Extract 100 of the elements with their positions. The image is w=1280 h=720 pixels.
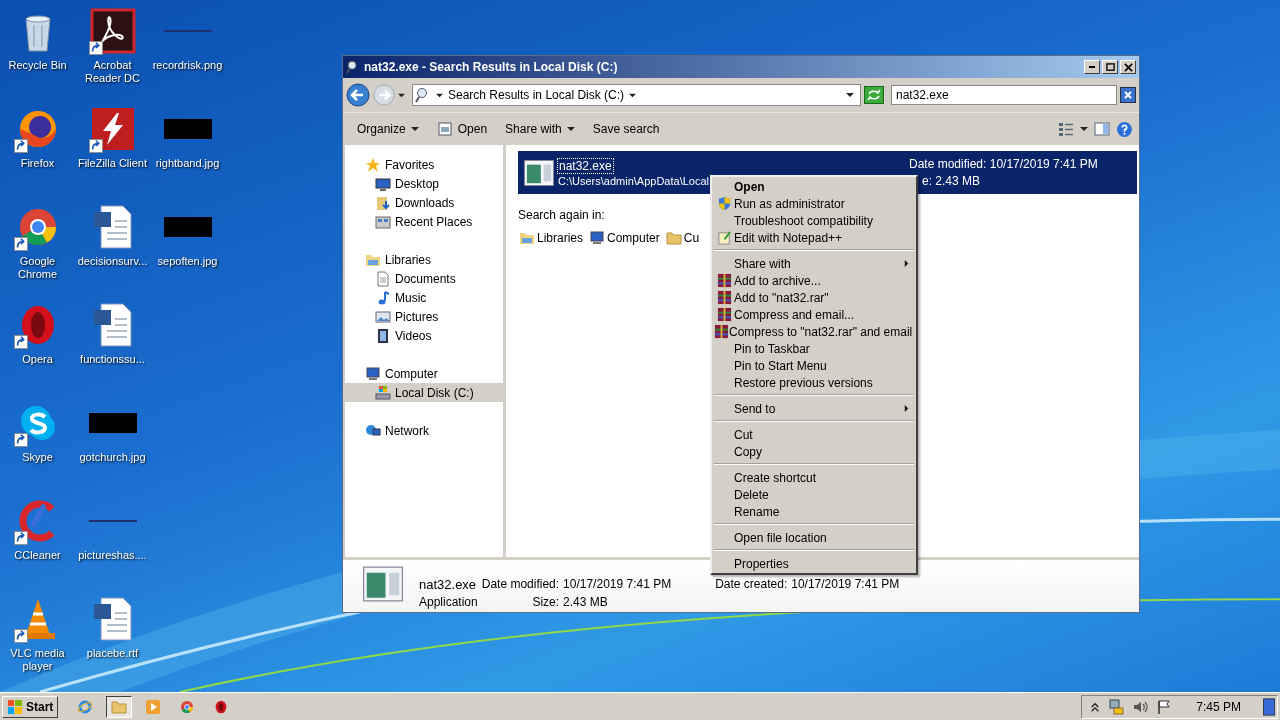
icon-label[interactable]: recordrisk.png — [150, 59, 225, 72]
nav-item[interactable]: Recent Places — [345, 212, 503, 231]
icon-label[interactable]: Recycle Bin — [0, 59, 75, 72]
menu-item[interactable]: Open — [712, 178, 916, 195]
menu-item[interactable]: Edit with Notepad++ — [712, 229, 916, 246]
menu-item[interactable]: Rename — [712, 503, 916, 520]
menu-item[interactable]: Run as administrator — [712, 195, 916, 212]
image-thumbnail[interactable] — [163, 119, 212, 139]
nav-item[interactable]: Pictures — [345, 307, 503, 326]
menu-item[interactable]: Delete — [712, 486, 916, 503]
bolt-logo-icon[interactable] — [88, 105, 137, 153]
image-thumbnail[interactable] — [163, 217, 212, 237]
submenu-arrow-icon — [903, 260, 910, 267]
icon-label[interactable]: Firefox — [0, 157, 75, 170]
nav-item[interactable]: Music — [345, 288, 503, 307]
image-thumbnail[interactable] — [88, 519, 137, 523]
breadcrumb[interactable]: Search Results in Local Disk (C:) — [448, 88, 625, 102]
archive-icon — [716, 273, 732, 288]
search-location-link[interactable]: Computer — [588, 228, 661, 248]
icon-label[interactable]: Opera — [0, 353, 75, 366]
icon-label[interactable]: Acrobat Reader DC — [75, 59, 150, 85]
icon-label[interactable]: pictureshas.... — [75, 549, 150, 562]
minimize-button[interactable] — [1084, 60, 1100, 74]
network-status-icon[interactable] — [1108, 698, 1125, 715]
clock[interactable]: 7:45 PM — [1196, 699, 1241, 714]
caret-icon — [566, 125, 575, 133]
search-field[interactable]: nat32.exe — [891, 85, 1117, 105]
view-options-icon[interactable] — [1058, 121, 1074, 137]
menu-item[interactable]: Add to "nat32.rar" — [712, 289, 916, 306]
menu-item[interactable]: Restore previous versions — [712, 374, 916, 391]
curl-logo-icon[interactable] — [88, 7, 137, 55]
close-button[interactable] — [1120, 60, 1136, 74]
field-label: Date modified: — [481, 577, 560, 591]
computer-icon — [589, 230, 606, 246]
image-thumbnail[interactable] — [163, 29, 212, 33]
nav-item[interactable]: Libraries — [345, 250, 503, 269]
nav-item[interactable]: Network — [345, 421, 503, 440]
nav-item[interactable]: Desktop — [345, 174, 503, 193]
document-icon — [375, 270, 391, 287]
caret-icon[interactable] — [846, 91, 854, 99]
caret-icon[interactable] — [1080, 125, 1088, 133]
icon-label[interactable]: Skype — [0, 451, 75, 464]
recent-places-icon — [375, 213, 391, 230]
icon-label[interactable]: rightband.jpg — [150, 157, 225, 170]
menu-item[interactable]: Compress and email... — [712, 306, 916, 323]
menu-item[interactable]: Troubleshoot compatibility — [712, 212, 916, 229]
search-location-link[interactable]: Cu — [664, 228, 701, 248]
shield-icon — [716, 196, 732, 211]
show-desktop-icon[interactable] — [1263, 697, 1275, 716]
archive-icon — [714, 324, 729, 339]
toolbar-button[interactable]: Open — [430, 118, 494, 140]
nav-item[interactable]: Computer — [345, 364, 503, 383]
menu-item[interactable]: Pin to Taskbar — [712, 340, 916, 357]
toolbar-button[interactable]: Organize — [351, 119, 425, 139]
refresh-icon[interactable] — [864, 86, 884, 104]
chevron-up-icon[interactable] — [1090, 700, 1101, 713]
nav-item[interactable]: Local Disk (C:) — [345, 383, 503, 402]
maximize-button[interactable] — [1102, 60, 1118, 74]
menu-item[interactable]: Share with — [712, 255, 916, 272]
preview-pane-icon[interactable] — [1094, 121, 1110, 137]
nav-item[interactable]: Documents — [345, 269, 503, 288]
nav-item[interactable]: Downloads — [345, 193, 503, 212]
menu-item[interactable]: Compress to "nat32.rar" and email — [712, 323, 916, 340]
toolbar-button[interactable]: Save search — [586, 119, 666, 139]
field-label: Date created: — [715, 577, 788, 591]
start-button[interactable]: Start — [2, 695, 59, 718]
address-bar[interactable]: Search Results in Local Disk (C:) — [412, 84, 861, 106]
icon-label[interactable]: gotchurch.jpg — [75, 451, 150, 464]
menu-item[interactable]: Properties — [712, 555, 916, 572]
clear-icon[interactable] — [1120, 87, 1136, 103]
icon-label[interactable]: CCleaner — [0, 549, 75, 562]
caret-icon[interactable] — [629, 91, 637, 99]
icon-label[interactable]: VLC media player — [0, 647, 75, 673]
field-value: 10/17/2019 7:41 PM — [563, 577, 672, 591]
caret-icon[interactable] — [398, 91, 405, 99]
open-icon — [436, 121, 453, 137]
help-icon[interactable] — [1116, 120, 1133, 138]
taskbar-button[interactable] — [106, 695, 133, 718]
menu-item[interactable]: Cut — [712, 426, 916, 443]
menu-item[interactable]: Add to archive... — [712, 272, 916, 289]
menu-item[interactable]: Send to — [712, 400, 916, 417]
nav-item[interactable]: Videos — [345, 326, 503, 345]
menu-item[interactable]: Open file location — [712, 529, 916, 546]
search-location-link[interactable]: Libraries — [518, 228, 585, 248]
flag-icon[interactable] — [1156, 698, 1173, 715]
menu-item[interactable]: Pin to Start Menu — [712, 357, 916, 374]
icon-label[interactable]: FileZilla Client — [75, 157, 150, 170]
file-size: e: 2.43 MB — [921, 174, 982, 188]
menu-item[interactable]: Create shortcut — [712, 469, 916, 486]
icon-label[interactable]: sepoften.jpg — [150, 255, 225, 268]
icon-label[interactable]: functionssu... — [75, 353, 150, 366]
image-thumbnail[interactable] — [88, 413, 137, 433]
icon-label[interactable]: Google Chrome — [0, 255, 75, 281]
menu-item[interactable]: Copy — [712, 443, 916, 460]
icon-label[interactable]: decisionsurv... — [75, 255, 150, 268]
toolbar-button[interactable]: Share with — [499, 119, 581, 139]
nav-item[interactable]: Favorites — [345, 155, 503, 174]
file-name: nat32.exe — [419, 576, 478, 592]
caret-icon[interactable] — [436, 91, 443, 99]
back-icon[interactable] — [346, 83, 370, 107]
